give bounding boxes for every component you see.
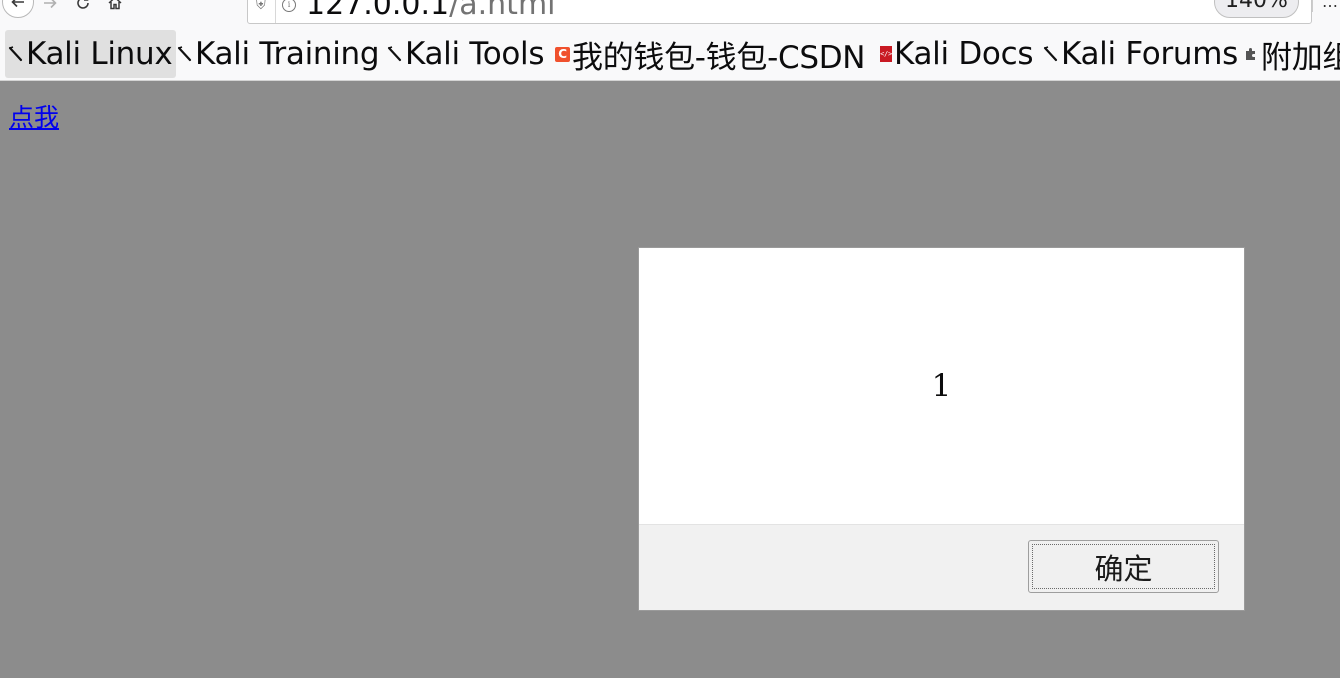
alert-footer: 确定 bbox=[639, 524, 1244, 610]
overflow-menu-icon[interactable]: … bbox=[1322, 0, 1338, 11]
bookmark-kali-linux[interactable]: Kali Linux bbox=[5, 30, 177, 78]
arrow-left-icon bbox=[10, 0, 26, 10]
url-path: /a.html bbox=[449, 0, 556, 22]
kali-dragon-icon bbox=[8, 46, 23, 62]
bookmark-addons-folder[interactable]: 附加组 bbox=[1243, 30, 1340, 78]
bookmark-label: 附加组 bbox=[1261, 39, 1340, 76]
bookmark-label: Kali Training bbox=[195, 36, 380, 72]
kali-dragon-icon bbox=[1043, 46, 1058, 62]
url-divider bbox=[275, 0, 276, 23]
kali-dragon-icon bbox=[177, 46, 192, 62]
bookmark-kali-forums[interactable]: Kali Forums bbox=[1043, 30, 1238, 78]
bookmark-label: 我的钱包-钱包-CSDN bbox=[572, 39, 866, 76]
home-icon bbox=[107, 0, 123, 11]
bookmarks-toolbar: Kali Linux Kali Training Kali Tools C 我的… bbox=[0, 28, 1340, 81]
toolbar-separator bbox=[1312, 0, 1313, 12]
csdn-icon: C bbox=[555, 46, 570, 62]
url-text[interactable]: 127.0.0.1/a.html bbox=[306, 0, 556, 20]
alert-dialog: 1 确定 bbox=[638, 247, 1245, 611]
info-icon[interactable]: i bbox=[282, 0, 296, 12]
bookmark-csdn-wallet[interactable]: C 我的钱包-钱包-CSDN bbox=[555, 30, 865, 78]
forward-button[interactable] bbox=[35, 0, 65, 18]
puzzle-icon bbox=[1246, 48, 1255, 60]
kali-docs-icon: </> bbox=[880, 46, 892, 62]
bookmark-kali-docs[interactable]: </> Kali Docs bbox=[880, 30, 1034, 78]
reload-button[interactable] bbox=[68, 0, 98, 18]
bookmark-kali-tools[interactable]: Kali Tools bbox=[387, 30, 545, 78]
ok-button-label: 确定 bbox=[1094, 551, 1153, 586]
alert-message: 1 bbox=[931, 368, 952, 404]
url-host: 127.0.0.1 bbox=[306, 0, 450, 22]
click-me-link[interactable]: 点我 bbox=[9, 98, 59, 134]
zoom-level-badge[interactable]: 140% bbox=[1214, 0, 1299, 18]
bookmark-label: Kali Tools bbox=[405, 36, 545, 72]
bookmark-label: Kali Linux bbox=[26, 36, 173, 72]
ok-button[interactable]: 确定 bbox=[1028, 540, 1219, 593]
reload-icon bbox=[75, 0, 91, 11]
bookmark-label: Kali Docs bbox=[894, 36, 1034, 72]
arrow-right-icon bbox=[42, 0, 58, 11]
back-button[interactable] bbox=[2, 0, 34, 18]
navigation-toolbar: ⛨ i 127.0.0.1/a.html 140% … bbox=[0, 0, 1340, 28]
kali-dragon-icon bbox=[387, 46, 402, 62]
shield-icon[interactable]: ⛨ bbox=[256, 0, 266, 13]
bookmark-kali-training[interactable]: Kali Training bbox=[177, 30, 380, 78]
home-button[interactable] bbox=[100, 0, 130, 18]
bookmark-label: Kali Forums bbox=[1061, 36, 1238, 72]
url-bar[interactable]: ⛨ i 127.0.0.1/a.html bbox=[247, 0, 1312, 24]
